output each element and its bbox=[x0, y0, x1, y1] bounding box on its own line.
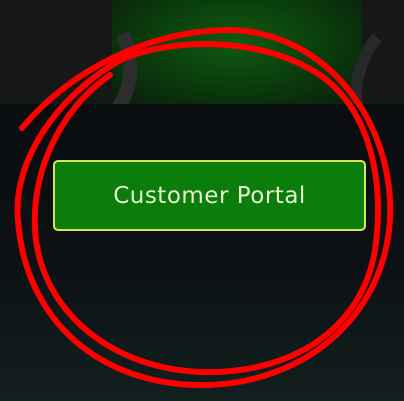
header-background-image bbox=[0, 0, 404, 104]
screenshot-frame: Customer Portal bbox=[0, 0, 404, 401]
content-area bbox=[0, 104, 404, 401]
green-backdrop-panel bbox=[112, 0, 362, 104]
customer-portal-button[interactable]: Customer Portal bbox=[53, 160, 366, 231]
